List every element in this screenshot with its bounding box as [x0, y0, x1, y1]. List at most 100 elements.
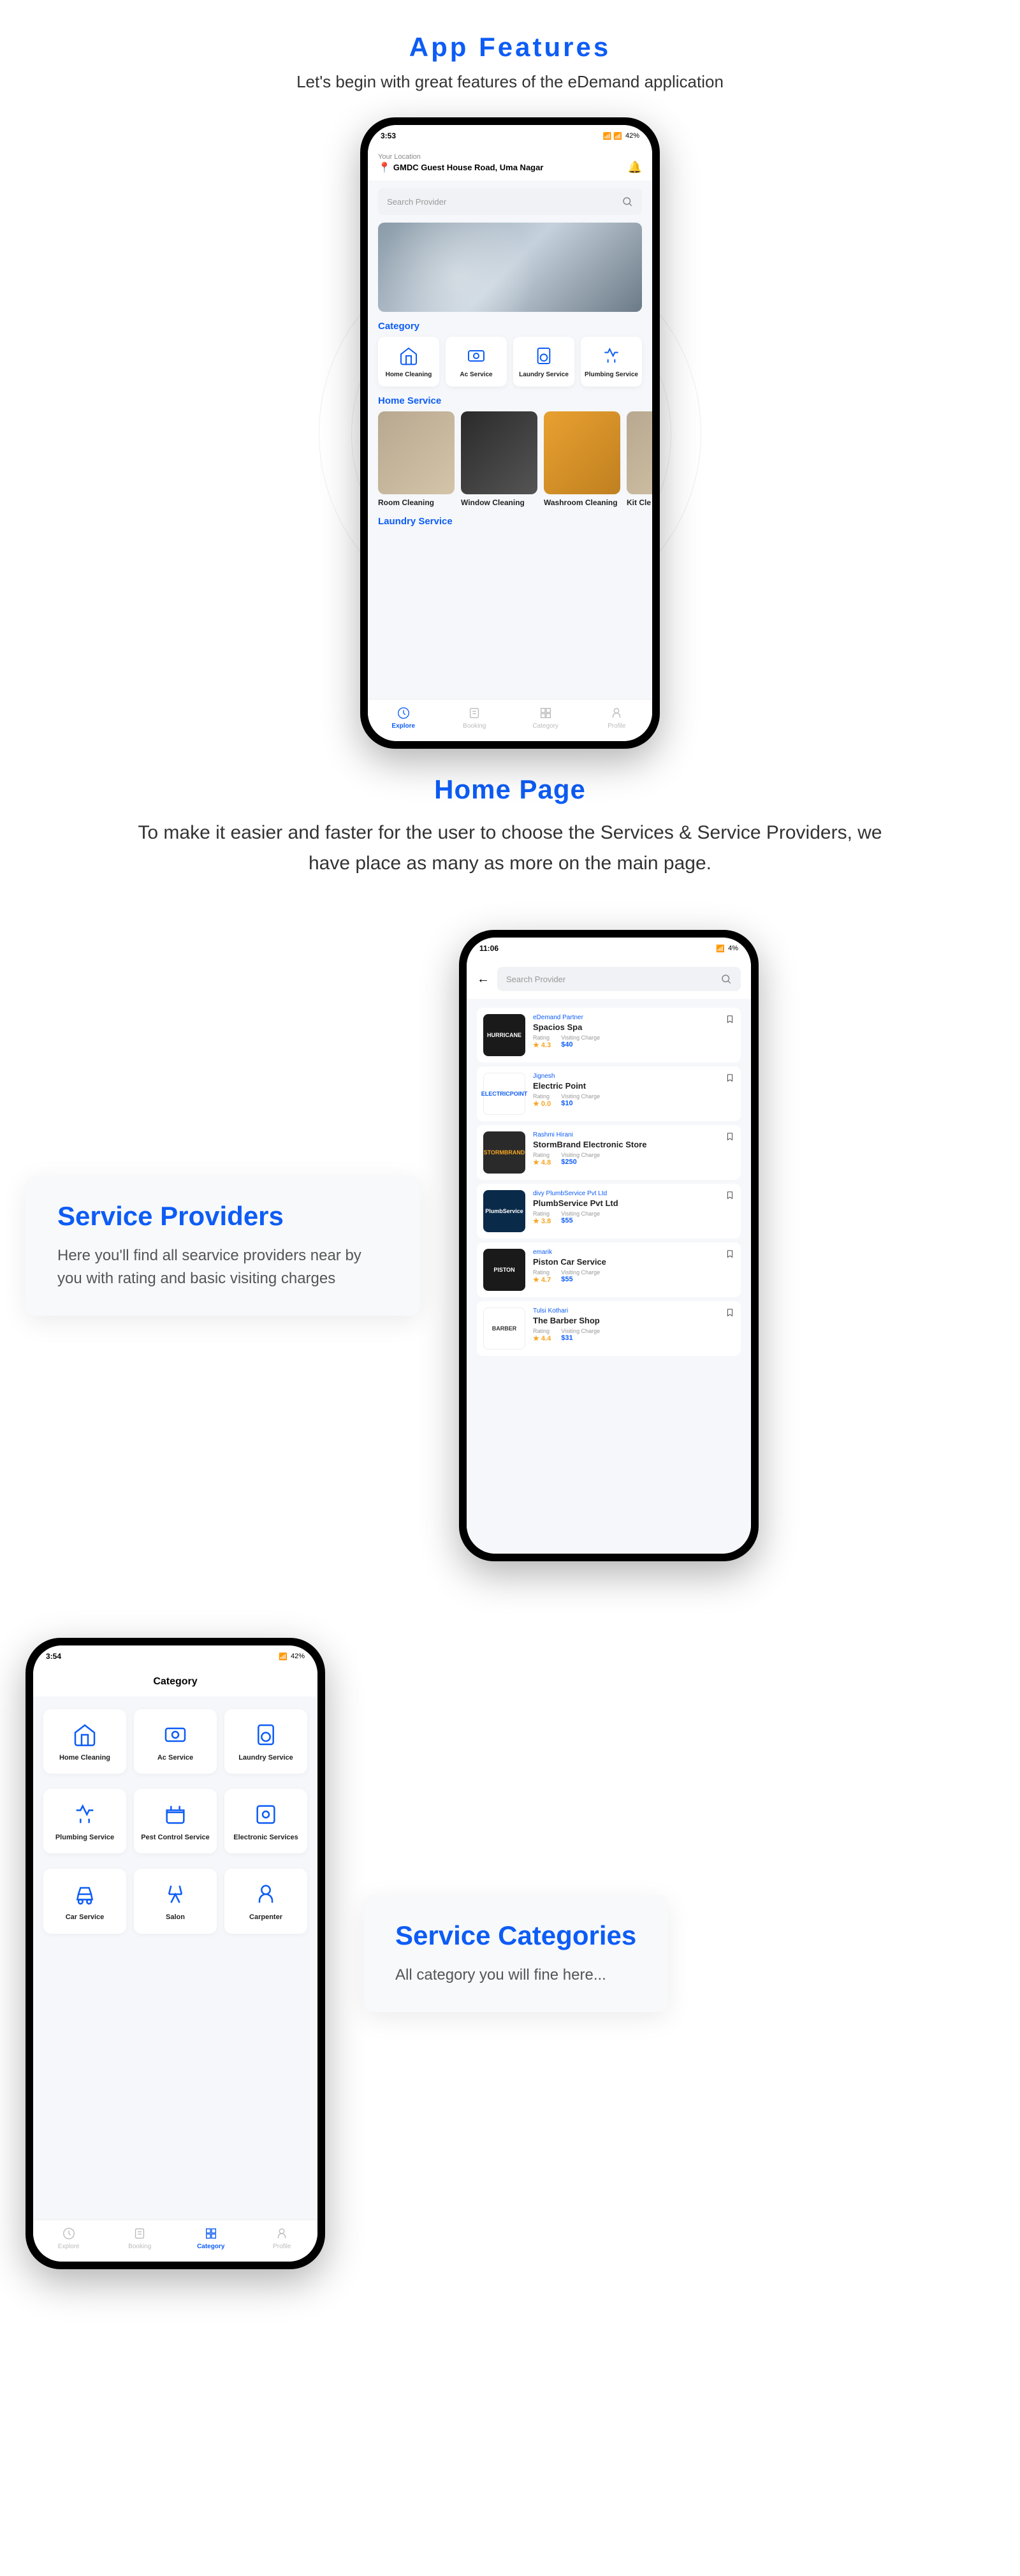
nav-explore[interactable]: Explore: [33, 2226, 105, 2250]
category-icon: [161, 1880, 189, 1908]
nav-icon: [467, 706, 481, 720]
provider-partner: Tulsi Kothari: [533, 1307, 734, 1314]
category-icon: [71, 1880, 99, 1908]
search-bar[interactable]: Search Provider: [497, 967, 741, 991]
category-icon: [161, 1800, 189, 1829]
nav-icon: [275, 2226, 289, 2241]
category-icon: [71, 1800, 99, 1829]
service-item[interactable]: Washroom Cleaning: [544, 411, 620, 507]
service-image: [544, 411, 620, 494]
search-icon: [622, 196, 633, 207]
provider-name: Spacios Spa: [533, 1022, 734, 1032]
nav-profile[interactable]: Profile: [247, 2226, 318, 2250]
bookmark-icon[interactable]: [725, 1014, 734, 1027]
service-image: [627, 411, 652, 494]
category-grid-item[interactable]: Salon: [134, 1869, 217, 1933]
category-grid-item[interactable]: Pest Control Service: [134, 1789, 217, 1853]
search-bar[interactable]: Search Provider: [378, 188, 642, 215]
category-icon: [397, 344, 420, 367]
category-icon: [252, 1800, 280, 1829]
hero-banner[interactable]: [378, 223, 642, 312]
provider-name: The Barber Shop: [533, 1316, 734, 1325]
provider-name: Piston Car Service: [533, 1257, 734, 1267]
service-image: [378, 411, 455, 494]
location-label: Your Location: [378, 153, 642, 161]
nav-icon: [204, 2226, 218, 2241]
location-text[interactable]: GMDC Guest House Road, Uma Nagar: [393, 163, 544, 172]
category-grid-item[interactable]: Plumbing Service: [43, 1789, 126, 1853]
home-page-title: Home Page: [0, 774, 1020, 805]
category-icon: [600, 344, 623, 367]
category-icon: [532, 344, 555, 367]
category-item[interactable]: Laundry Service: [513, 337, 574, 386]
category-grid-item[interactable]: Carpenter: [224, 1869, 307, 1933]
nav-profile[interactable]: Profile: [581, 706, 653, 730]
categories-title: Service Categories: [395, 1920, 636, 1951]
providers-title: Service Providers: [57, 1201, 389, 1232]
bookmark-icon[interactable]: [725, 1131, 734, 1145]
bookmark-icon[interactable]: [725, 1073, 734, 1086]
provider-card[interactable]: PISTON emarik Piston Car Service Rating★…: [477, 1242, 741, 1297]
bookmark-icon[interactable]: [725, 1249, 734, 1262]
service-item[interactable]: Room Cleaning: [378, 411, 455, 507]
bookmark-icon[interactable]: [725, 1190, 734, 1203]
provider-partner: Rashmi Hirani: [533, 1131, 734, 1138]
categories-phone-mockup: 3:54 📶 42% Category Home CleaningAc Serv…: [26, 1638, 325, 2269]
home-phone-mockup: 3:53 📶 📶 42% Your Location 📍 GMDC Guest …: [360, 117, 660, 749]
category-icon: [161, 1721, 189, 1749]
providers-desc: Here you'll find all searvice providers …: [57, 1244, 389, 1290]
nav-icon: [133, 2226, 147, 2241]
provider-logo: ELECTRICPOINT: [483, 1073, 525, 1115]
nav-booking[interactable]: Booking: [439, 706, 511, 730]
provider-logo: HURRICANE: [483, 1014, 525, 1056]
back-arrow-icon[interactable]: ←: [477, 972, 490, 987]
service-item[interactable]: Window Cleaning: [461, 411, 537, 507]
categories-side-card: Service Categories All category you will…: [363, 1895, 668, 2012]
provider-logo: BARBER: [483, 1307, 525, 1350]
category-grid-item[interactable]: Home Cleaning: [43, 1709, 126, 1774]
category-page-title: Category: [33, 1667, 317, 1696]
category-grid-item[interactable]: Ac Service: [134, 1709, 217, 1774]
category-item[interactable]: Ac Service: [446, 337, 507, 386]
features-subtitle: Let's begin with great features of the e…: [0, 72, 1020, 92]
nav-icon: [609, 706, 623, 720]
nav-booking[interactable]: Booking: [105, 2226, 176, 2250]
laundry-section-label: Laundry Service: [368, 507, 652, 532]
category-item[interactable]: Plumbing Service: [581, 337, 642, 386]
status-bar: 3:53 📶 📶 42%: [368, 125, 652, 147]
categories-desc: All category you will fine here...: [395, 1964, 636, 1987]
provider-partner: divy PlumbService Pvt Ltd: [533, 1190, 734, 1197]
provider-partner: Jignesh: [533, 1073, 734, 1080]
service-item[interactable]: Kit Cle: [627, 411, 652, 507]
provider-card[interactable]: HURRICANE eDemand Partner Spacios Spa Ra…: [477, 1008, 741, 1063]
nav-icon: [397, 706, 411, 720]
provider-card[interactable]: BARBER Tulsi Kothari The Barber Shop Rat…: [477, 1301, 741, 1356]
nav-category[interactable]: Category: [510, 706, 581, 730]
category-grid-item[interactable]: Electronic Services: [224, 1789, 307, 1853]
category-icon: [71, 1721, 99, 1749]
category-grid-item[interactable]: Car Service: [43, 1869, 126, 1933]
provider-card[interactable]: PlumbService divy PlumbService Pvt Ltd P…: [477, 1184, 741, 1239]
category-item[interactable]: Home Cleaning: [378, 337, 439, 386]
nav-icon: [62, 2226, 76, 2241]
notification-bell-icon[interactable]: 🔔: [628, 161, 642, 174]
category-icon: [252, 1721, 280, 1749]
category-icon: [252, 1880, 280, 1908]
provider-card[interactable]: STORMBRAND Rashmi Hirani StormBrand Elec…: [477, 1125, 741, 1180]
nav-explore[interactable]: Explore: [368, 706, 439, 730]
category-icon: [465, 344, 488, 367]
provider-partner: emarik: [533, 1249, 734, 1256]
location-pin-icon: 📍: [378, 161, 391, 174]
nav-icon: [539, 706, 553, 720]
provider-card[interactable]: ELECTRICPOINT Jignesh Electric Point Rat…: [477, 1066, 741, 1121]
bookmark-icon[interactable]: [725, 1307, 734, 1321]
nav-category[interactable]: Category: [175, 2226, 247, 2250]
provider-name: Electric Point: [533, 1081, 734, 1091]
provider-name: PlumbService Pvt Ltd: [533, 1198, 734, 1208]
category-grid-item[interactable]: Laundry Service: [224, 1709, 307, 1774]
category-section-label: Category: [368, 312, 652, 337]
providers-phone-mockup: 11:06 📶 4% ← Search Provider HURRICANE e…: [459, 930, 759, 1561]
providers-side-card: Service Providers Here you'll find all s…: [26, 1175, 421, 1316]
provider-partner: eDemand Partner: [533, 1014, 734, 1021]
features-title: App Features: [0, 32, 1020, 63]
